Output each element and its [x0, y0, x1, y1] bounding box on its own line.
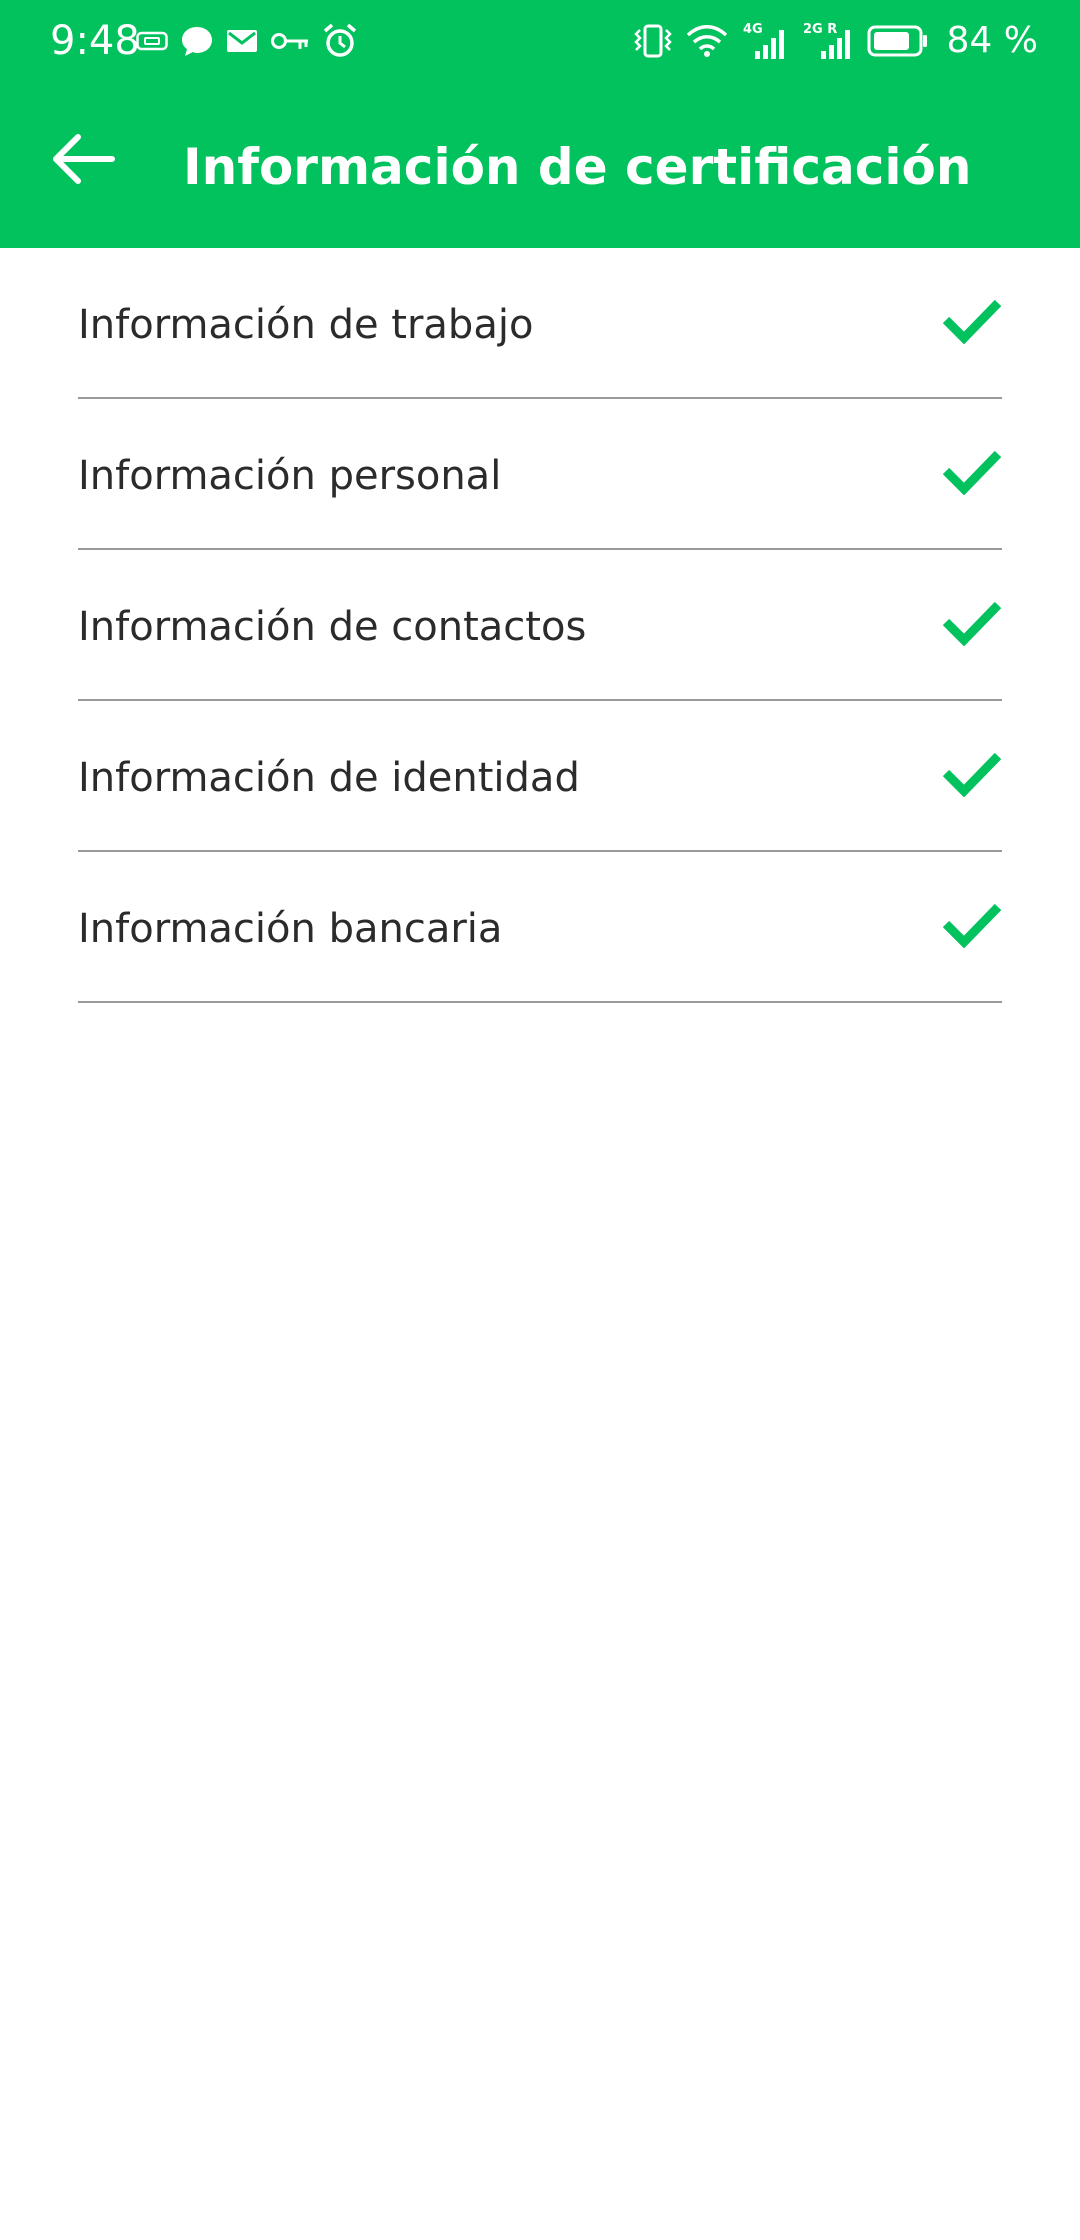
check-icon: [942, 601, 1002, 646]
chat-bubble-icon: [182, 27, 212, 56]
list-item-personal-info[interactable]: Información personal: [78, 399, 1002, 550]
vibrate-icon: [633, 24, 672, 58]
signal-4g-icon: 4G: [743, 22, 784, 59]
mail-icon: [227, 30, 257, 52]
status-time: 9:48: [50, 18, 140, 64]
battery-icon: [867, 25, 927, 57]
svg-text:4G: 4G: [743, 22, 763, 37]
battery-percentage: 84 %: [946, 20, 1038, 61]
list-item-contacts-info[interactable]: Información de contactos: [78, 550, 1002, 701]
status-bar: 9:48 4G 2G R 84 %: [0, 0, 1080, 82]
signal-2g-icon: 2G R: [803, 22, 850, 59]
item-label: Información de contactos: [78, 604, 587, 650]
check-icon: [942, 752, 1002, 797]
item-label: Información de trabajo: [78, 302, 534, 348]
storage-icon: [136, 31, 168, 51]
list-item-bank-info[interactable]: Información bancaria: [78, 852, 1002, 1003]
system-icons: 4G 2G R 84 %: [633, 16, 1038, 66]
check-icon: [942, 299, 1002, 344]
arrow-left-icon: [53, 134, 115, 184]
alarm-icon: [323, 23, 357, 57]
wifi-icon: [686, 25, 727, 57]
item-label: Información de identidad: [78, 755, 580, 801]
notification-icons: [136, 22, 358, 60]
item-label: Información personal: [78, 453, 502, 499]
check-icon: [942, 450, 1002, 495]
back-button[interactable]: [46, 122, 120, 196]
certification-list: Información de trabajo Información perso…: [78, 248, 1002, 1003]
check-icon: [942, 903, 1002, 948]
page-title: Información de certificación: [183, 138, 972, 196]
app-bar: Información de certificación: [0, 82, 1080, 248]
list-item-identity-info[interactable]: Información de identidad: [78, 701, 1002, 852]
svg-text:2G R: 2G R: [803, 22, 837, 37]
list-item-work-info[interactable]: Información de trabajo: [78, 248, 1002, 399]
item-label: Información bancaria: [78, 906, 503, 952]
key-icon: [271, 33, 308, 49]
